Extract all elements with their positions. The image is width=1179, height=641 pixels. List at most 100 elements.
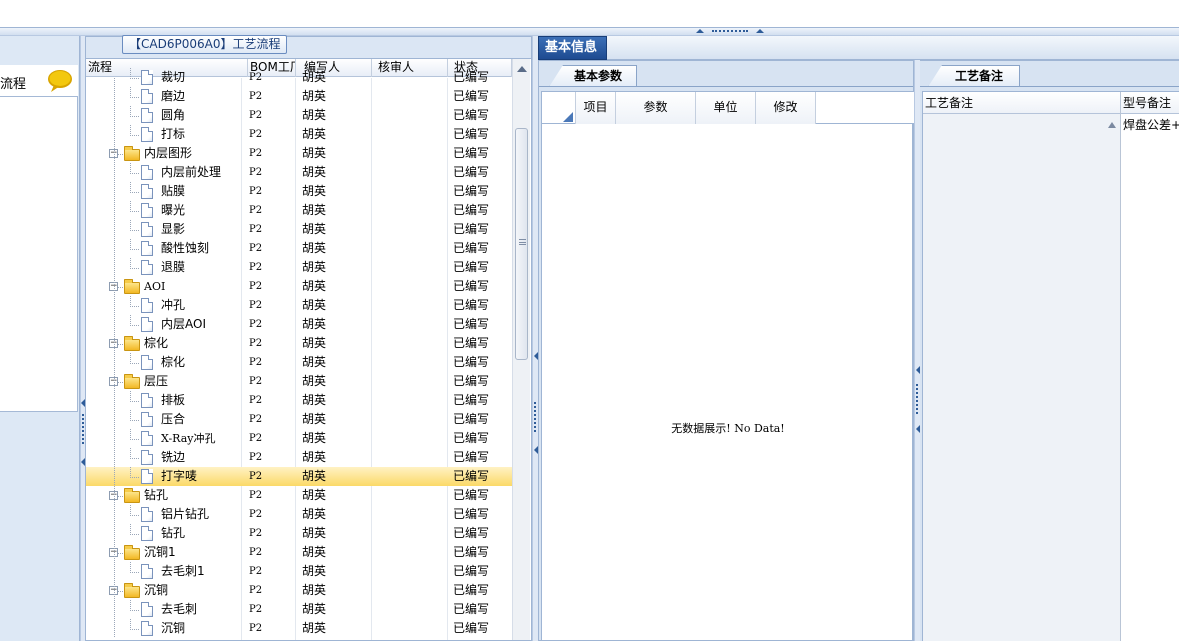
left-panel-content xyxy=(0,96,78,412)
document-icon xyxy=(141,89,153,104)
tree-row[interactable]: 压合 P2 胡英 已编写 xyxy=(86,410,512,429)
document-icon xyxy=(141,70,153,85)
tree-row[interactable]: 退膜 P2 胡英 已编写 xyxy=(86,258,512,277)
tree-row[interactable]: 沉铜 P2 胡英 已编写 xyxy=(86,619,512,638)
tree-scrollbar[interactable] xyxy=(512,59,530,640)
tree-row[interactable]: X-Ray冲孔 P2 胡英 已编写 xyxy=(86,429,512,448)
bom-factory-cell: P2 xyxy=(249,376,263,387)
bom-factory-cell: P2 xyxy=(249,281,263,292)
left-panel-label[interactable]: 流程 xyxy=(0,73,26,92)
process-note-cell[interactable] xyxy=(923,114,1121,641)
tree-row[interactable]: 酸性蚀刻 P2 胡英 已编写 xyxy=(86,239,512,258)
writer-cell: 胡英 xyxy=(302,526,327,540)
tab-basic-params[interactable]: 基本参数 xyxy=(549,65,637,87)
grid-corner[interactable] xyxy=(542,92,576,124)
tree-node-label: 退膜 xyxy=(161,260,186,274)
tree-connector xyxy=(130,420,140,421)
bom-factory-cell: P2 xyxy=(249,205,263,216)
scroll-thumb[interactable] xyxy=(515,128,528,360)
tree-row[interactable]: 曝光 P2 胡英 已编写 xyxy=(86,201,512,220)
tree-folder-row[interactable]: −钻孔P2胡英已编写 xyxy=(86,486,512,505)
column-header-model-note[interactable]: 型号备注 xyxy=(1121,92,1179,114)
writer-cell: 胡英 xyxy=(302,241,327,255)
column-header-unit[interactable]: 单位 xyxy=(696,92,756,124)
column-header-item[interactable]: 项目 xyxy=(576,92,616,124)
tree-node-label: X-Ray冲孔 xyxy=(161,432,216,445)
tree-node-label: 磨边 xyxy=(161,89,186,103)
tree-row[interactable]: 棕化 P2 胡英 已编写 xyxy=(86,353,512,372)
column-header-param[interactable]: 参数 xyxy=(616,92,696,124)
tree-row[interactable]: 钻孔 P2 胡英 已编写 xyxy=(86,524,512,543)
writer-cell: 胡英 xyxy=(302,203,327,217)
arrow-up-icon[interactable] xyxy=(696,29,704,33)
bom-factory-cell: P2 xyxy=(249,414,263,425)
bom-factory-cell: P2 xyxy=(249,338,263,349)
tree-row[interactable]: 冲孔 P2 胡英 已编写 xyxy=(86,296,512,315)
tree-node-label: 内层AOI xyxy=(161,317,206,331)
tree-node-label: 钻孔 xyxy=(144,488,169,502)
folder-icon xyxy=(124,583,140,598)
model-note-cell[interactable]: 焊盘公差+/ xyxy=(1121,114,1179,641)
document-icon xyxy=(141,431,153,446)
column-header-modify[interactable]: 修改 xyxy=(756,92,816,124)
bom-factory-cell: P2 xyxy=(249,604,263,615)
param-grid: 项目 参数 单位 修改 无数据展示! No Data! xyxy=(541,91,914,641)
column-header-process-note[interactable]: 工艺备注 xyxy=(923,92,1121,114)
tab-process-notes[interactable]: 工艺备注 xyxy=(928,65,1020,87)
bom-factory-cell: P2 xyxy=(249,91,263,102)
tree-node-label: 去毛刺1 xyxy=(161,564,205,578)
tree-folder-row[interactable]: −棕化P2胡英已编写 xyxy=(86,334,512,353)
tree-folder-row[interactable]: −层压P2胡英已编写 xyxy=(86,372,512,391)
tree-row[interactable]: 圆角 P2 胡英 已编写 xyxy=(86,106,512,125)
tree-row[interactable]: 显影 P2 胡英 已编写 xyxy=(86,220,512,239)
writer-cell: 胡英 xyxy=(302,393,327,407)
tree-row[interactable]: 内层前处理 P2 胡英 已编写 xyxy=(86,163,512,182)
app-window: 流程 【CAD6P006A0】工艺流程 流程 BOM工厂 编写人 核审人 状态 xyxy=(0,0,1179,641)
folder-icon xyxy=(124,374,140,389)
tree-row[interactable]: 贴膜 P2 胡英 已编写 xyxy=(86,182,512,201)
bom-factory-cell: P2 xyxy=(249,300,263,311)
tree-node-label: 沉铜 xyxy=(144,583,169,597)
document-icon xyxy=(141,469,153,484)
tree-connector xyxy=(130,249,140,250)
folder-icon xyxy=(124,545,140,560)
status-cell: 已编写 xyxy=(453,203,490,217)
speech-bubble-icon[interactable] xyxy=(47,69,73,93)
collapse-handle[interactable] xyxy=(696,28,764,35)
tree-folder-row[interactable]: −沉铜1P2胡英已编写 xyxy=(86,543,512,562)
tree-row[interactable]: 去毛刺1 P2 胡英 已编写 xyxy=(86,562,512,581)
tree-node-label: 棕化 xyxy=(144,336,169,350)
grip-icon[interactable] xyxy=(534,402,536,432)
tree-row[interactable]: 内层AOI P2 胡英 已编写 xyxy=(86,315,512,334)
tab-basic-info[interactable]: 基本信息 xyxy=(538,36,607,60)
tree-folder-row[interactable]: −沉铜P2胡英已编写 xyxy=(86,581,512,600)
status-cell: 已编写 xyxy=(453,450,490,464)
basic-info-panel: 基本信息 基本参数 项目 参数 单位 修改 无数据展示! No Data! xyxy=(538,36,1179,641)
tree-row[interactable]: 铝片钻孔 P2 胡英 已编写 xyxy=(86,505,512,524)
tree-folder-row[interactable]: −内层图形P2胡英已编写 xyxy=(86,144,512,163)
tree-folder-row[interactable]: −AOIP2胡英已编写 xyxy=(86,277,512,296)
document-icon xyxy=(141,317,153,332)
bom-factory-cell: P2 xyxy=(249,167,263,178)
tree-row[interactable]: 磨边 P2 胡英 已编写 xyxy=(86,87,512,106)
tree-row[interactable]: 去毛刺 P2 胡英 已编写 xyxy=(86,600,512,619)
grip-icon[interactable] xyxy=(916,384,918,414)
arrow-up-icon[interactable] xyxy=(756,29,764,33)
scroll-up-icon[interactable] xyxy=(1108,122,1116,128)
status-cell: 已编写 xyxy=(453,89,490,103)
tree-connector xyxy=(130,268,140,269)
tree-row[interactable]: 打字唛 P2 胡英 已编写 xyxy=(86,467,512,486)
tree-row[interactable]: 裁切 P2 胡英 已编写 xyxy=(86,68,512,87)
tree-row[interactable]: 排板 P2 胡英 已编写 xyxy=(86,391,512,410)
folder-icon xyxy=(124,488,140,503)
status-cell: 已编写 xyxy=(453,260,490,274)
scroll-up-icon[interactable] xyxy=(517,66,527,72)
status-cell: 已编写 xyxy=(453,355,490,369)
grip-icon[interactable] xyxy=(82,414,84,444)
tree-row[interactable]: 打标 P2 胡英 已编写 xyxy=(86,125,512,144)
tree-row[interactable]: 铣边 P2 胡英 已编写 xyxy=(86,448,512,467)
status-cell: 已编写 xyxy=(453,393,490,407)
tree-connector xyxy=(130,477,140,478)
status-cell: 已编写 xyxy=(453,298,490,312)
process-notes-panel: 工艺备注 工艺备注 型号备注 焊盘公差+/ xyxy=(920,60,1179,641)
